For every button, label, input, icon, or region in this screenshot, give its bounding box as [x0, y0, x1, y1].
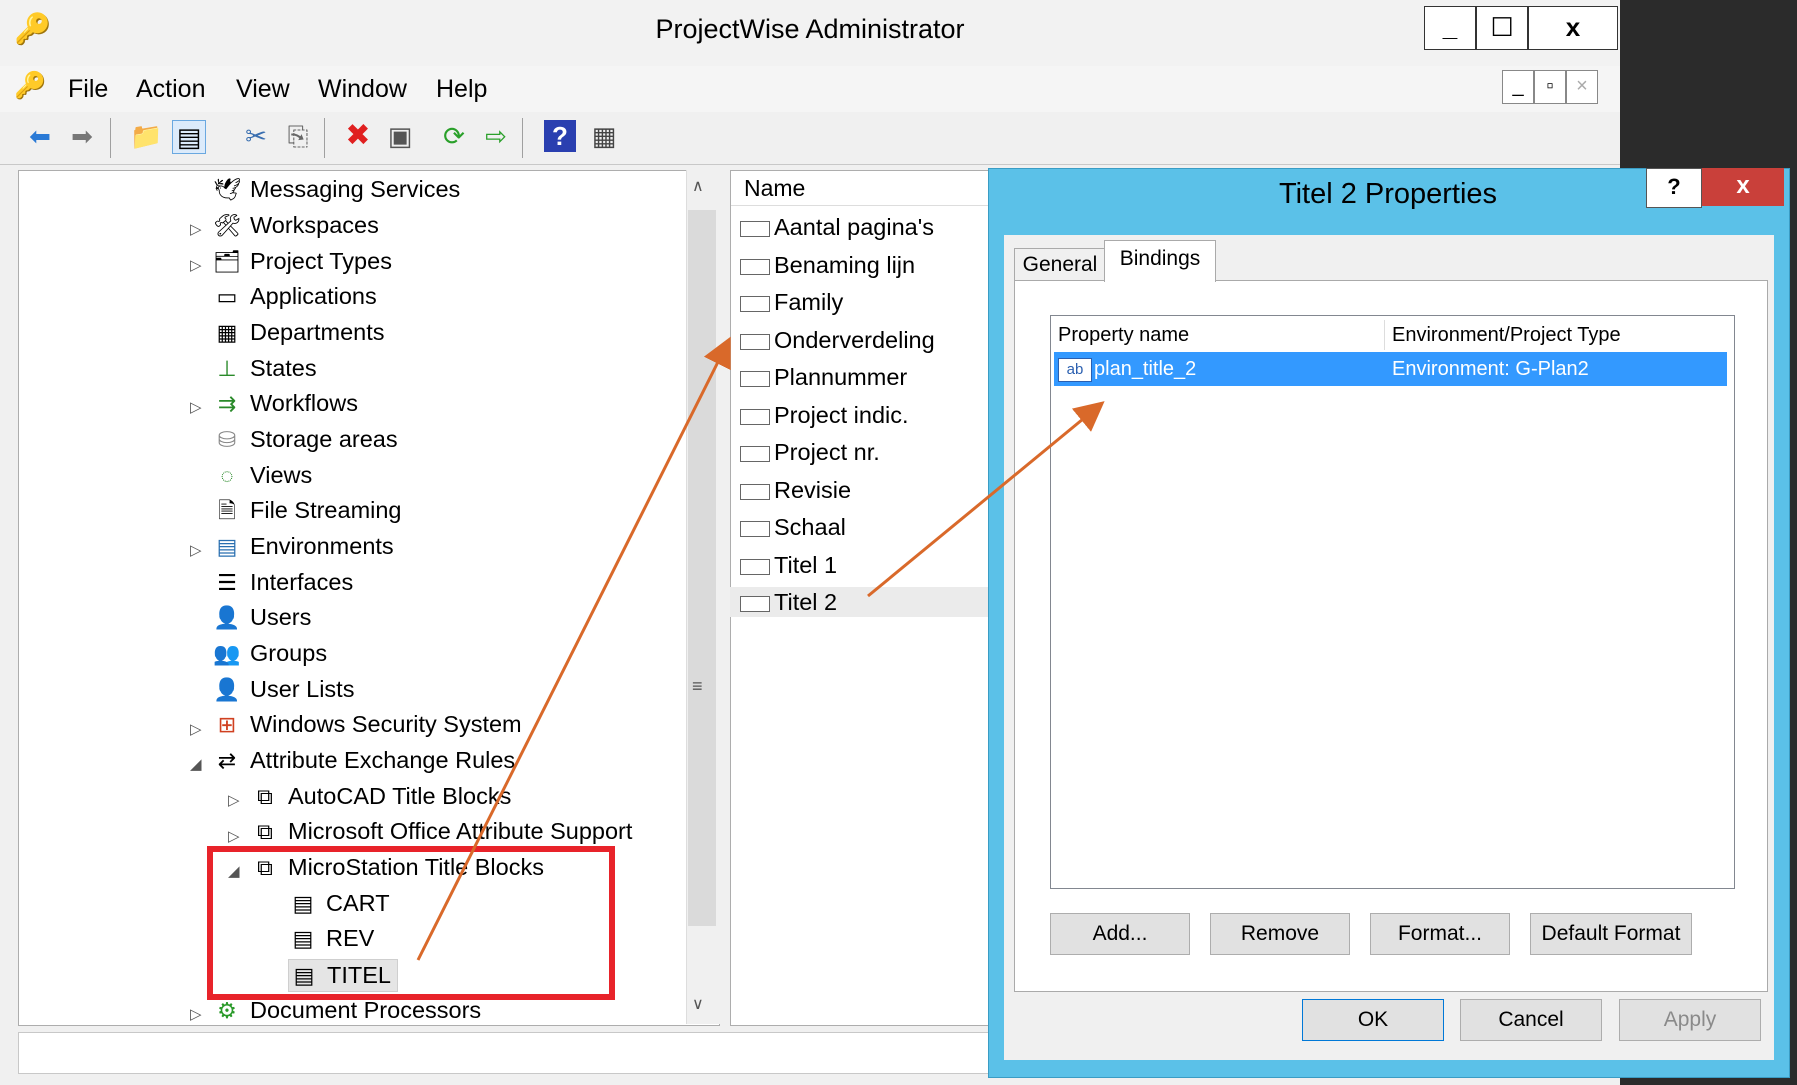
arrow-titel-to-onderverdeling	[416, 336, 731, 961]
arrow-titel2-to-binding	[867, 401, 1105, 598]
tab-bindings[interactable]: Bindings	[1104, 240, 1216, 282]
annotation-arrows	[416, 336, 1105, 961]
